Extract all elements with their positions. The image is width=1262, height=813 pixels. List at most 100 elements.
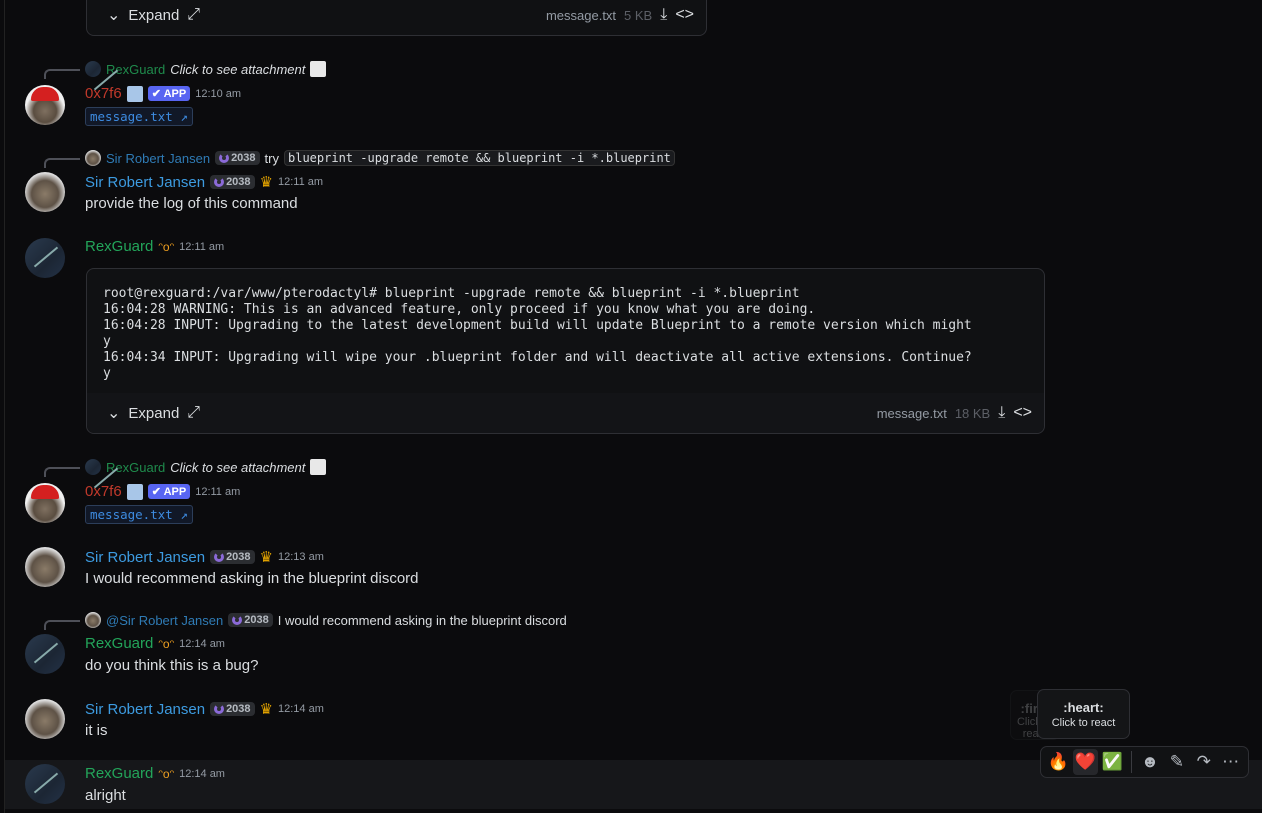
reply-preview[interactable]: RexGuard Click to see attachment [85, 459, 327, 475]
message-text: provide the log of this command [85, 195, 298, 212]
message-header: Sir Robert Jansen 2038 ♛ 12:13 am [85, 548, 324, 567]
expand-button[interactable]: Expand [128, 7, 179, 24]
author-name[interactable]: RexGuard [85, 238, 153, 255]
timestamp: 12:13 am [278, 551, 324, 563]
avatar[interactable] [25, 764, 65, 804]
message-text: it is [85, 722, 108, 739]
author-name[interactable]: RexGuard [85, 635, 153, 652]
reply-preview[interactable]: Sir Robert Jansen 2038 try blueprint -up… [85, 150, 675, 166]
reply-preview[interactable]: RexGuard Click to see attachment [85, 61, 327, 77]
message-text: do you think this is a bug? [85, 657, 259, 674]
expand-button[interactable]: Expand [128, 405, 179, 422]
file-size: 5 KB [624, 7, 653, 23]
image-icon [310, 459, 327, 475]
attachment-link[interactable]: message.txt ↗ [85, 505, 193, 524]
author-name[interactable]: 0x7f6 [85, 483, 122, 500]
message-header: RexGuard ᵔoᵔ 12:14 am [85, 765, 225, 782]
author-name[interactable]: Sir Robert Jansen [85, 174, 205, 191]
image-icon [310, 61, 327, 77]
reply-spine [44, 158, 80, 168]
code-view-icon[interactable]: <> [675, 6, 694, 24]
reply-avatar [85, 61, 101, 77]
chevron-down-icon[interactable]: ⌄ [107, 403, 120, 423]
reply-author[interactable]: RexGuard [106, 62, 165, 77]
download-icon[interactable]: ⤓ [998, 404, 1005, 422]
more-icon[interactable]: ⋯ [1218, 749, 1243, 775]
react-heart-button[interactable]: ❤️ [1072, 749, 1098, 775]
download-icon[interactable]: ⤓ [660, 6, 667, 24]
timestamp: 12:14 am [278, 703, 324, 715]
file-name[interactable]: message.txt [546, 8, 616, 23]
timestamp: 12:11 am [195, 485, 241, 498]
app-badge: ✔ APP [147, 86, 191, 101]
reply-code: blueprint -upgrade remote && blueprint -… [284, 150, 675, 166]
reply-avatar [85, 150, 101, 166]
attachment-card: ⌄ Expand ⤢ message.txt 5 KB ⤓ <> [86, 0, 707, 36]
reply-avatar [85, 612, 101, 628]
crown-icon: ♛ [259, 549, 273, 566]
bot-icon [126, 483, 143, 500]
role-icon: ᵔoᵔ [158, 766, 175, 781]
guild-tag: 2038 [215, 151, 260, 165]
guild-tag: 2038 [228, 613, 273, 627]
message-header: RexGuard ᵔoᵔ 12:14 am [85, 635, 225, 652]
reply-text[interactable]: Click to see attachment [170, 62, 305, 77]
reply-text: try [264, 150, 279, 166]
message-header: 0x7f6 ✔ APP 12:11 am [85, 483, 240, 500]
role-icon: ᵔoᵔ [158, 239, 175, 254]
log-attachment-card: root@rexguard:/var/www/pterodactyl# blue… [86, 268, 1045, 434]
author-name[interactable]: 0x7f6 [85, 85, 122, 102]
author-name[interactable]: Sir Robert Jansen [85, 701, 205, 718]
timestamp: 12:14 am [179, 637, 225, 650]
reaction-tooltip: :heart: Click to react [1037, 689, 1130, 739]
author-name[interactable]: Sir Robert Jansen [85, 549, 205, 566]
reply-spine [44, 620, 80, 630]
react-fire-button[interactable]: 🔥 [1046, 749, 1071, 775]
avatar[interactable] [25, 172, 65, 212]
timestamp: 12:11 am [179, 240, 225, 253]
reply-author[interactable]: RexGuard [106, 460, 165, 475]
forward-icon[interactable]: ↷ [1191, 749, 1216, 775]
crown-icon: ♛ [259, 174, 273, 191]
message-toolbar: 🔥 ❤️ ✅ ☻ ✎ ↷ ⋯ [1040, 746, 1249, 778]
reply-text[interactable]: Click to see attachment [170, 460, 305, 475]
avatar[interactable] [25, 547, 65, 587]
message-text: alright [85, 787, 126, 804]
edit-icon[interactable]: ✎ [1164, 749, 1189, 775]
add-reaction-icon[interactable]: ☻ [1138, 749, 1163, 775]
guild-tag: 2038 [210, 550, 255, 564]
reply-author[interactable]: @Sir Robert Jansen [106, 613, 223, 628]
divider [1130, 751, 1132, 773]
avatar[interactable] [25, 634, 65, 674]
log-preview: root@rexguard:/var/www/pterodactyl# blue… [103, 286, 972, 381]
avatar[interactable] [25, 483, 65, 523]
expand-arrows-icon[interactable]: ⤢ [187, 6, 200, 24]
code-view-icon[interactable]: <> [1013, 404, 1032, 422]
reply-avatar [85, 459, 101, 475]
guild-tag: 2038 [210, 702, 255, 716]
timestamp: 12:10 am [195, 87, 242, 100]
reply-text: I would recommend asking in the blueprin… [277, 612, 567, 628]
app-badge: ✔ APP [147, 484, 191, 499]
message-header: Sir Robert Jansen 2038 ♛ 12:14 am [85, 700, 324, 719]
react-check-button[interactable]: ✅ [1100, 749, 1125, 775]
timestamp: 12:11 am [278, 176, 324, 188]
message-header: Sir Robert Jansen 2038 ♛ 12:11 am [85, 173, 324, 192]
chevron-down-icon[interactable]: ⌄ [107, 5, 120, 25]
avatar[interactable] [25, 238, 65, 278]
timestamp: 12:14 am [179, 767, 225, 780]
role-icon: ᵔoᵔ [158, 636, 175, 651]
message-header: 0x7f6 ✔ APP 12:10 am [85, 85, 241, 102]
expand-arrows-icon[interactable]: ⤢ [187, 404, 200, 422]
avatar[interactable] [25, 85, 65, 125]
message-header: RexGuard ᵔoᵔ 12:11 am [85, 238, 224, 255]
file-name[interactable]: message.txt [877, 406, 947, 421]
reply-author[interactable]: Sir Robert Jansen [106, 151, 210, 166]
avatar[interactable] [25, 699, 65, 739]
reply-preview[interactable]: @Sir Robert Jansen 2038 I would recommen… [85, 612, 567, 628]
crown-icon: ♛ [259, 701, 273, 718]
guild-tag: 2038 [210, 175, 255, 189]
bot-icon [126, 85, 143, 102]
author-name[interactable]: RexGuard [85, 765, 153, 782]
attachment-link[interactable]: message.txt ↗ [85, 107, 193, 126]
